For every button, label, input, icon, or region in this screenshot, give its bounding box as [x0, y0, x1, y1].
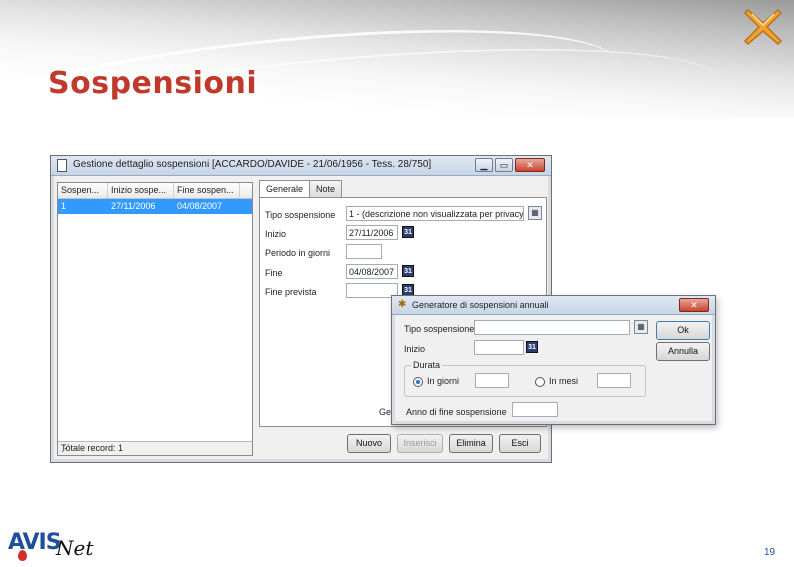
- dialog-inizio-label: Inizio: [404, 344, 426, 354]
- dialog-tipo-label: Tipo sospensione: [404, 324, 475, 334]
- fine-field[interactable]: 04/08/2007: [346, 264, 398, 279]
- ok-button[interactable]: Ok: [656, 321, 710, 340]
- resize-grip-icon[interactable]: ⋰: [61, 443, 249, 454]
- durata-group: Durata In giorni In mesi: [404, 360, 646, 397]
- brand-x-icon: [743, 8, 783, 46]
- window-title: Gestione dettaglio sospensioni [ACCARDO/…: [73, 159, 432, 170]
- column-header-fine[interactable]: Fine sospen...: [174, 183, 240, 198]
- table-row[interactable]: 1 27/11/2006 04/08/2007: [58, 199, 252, 214]
- tipo-sospensione-field[interactable]: 1 - (descrizione non visualizzata per pr…: [346, 206, 524, 221]
- dialog-tipo-field[interactable]: [474, 320, 630, 335]
- dialog-inizio-field[interactable]: [474, 340, 524, 355]
- logo-avis-text: AVIS: [8, 530, 62, 555]
- list-header: Sospen... Inizio sospe... Fine sospen...: [58, 183, 252, 199]
- durata-label: Durata: [411, 360, 443, 370]
- window-controls: ▁ ▭ ✕: [475, 158, 545, 172]
- avisnet-logo: AVIS Net: [8, 528, 118, 562]
- annulla-button[interactable]: Annulla: [656, 342, 710, 361]
- tab-strip: Generale Note: [259, 180, 343, 197]
- window-titlebar[interactable]: Gestione dettaglio sospensioni [ACCARDO/…: [51, 156, 551, 176]
- radio-in-mesi[interactable]: [535, 377, 545, 387]
- periodo-giorni-label: Periodo in giorni: [265, 248, 331, 258]
- lookup-icon[interactable]: ▦: [528, 206, 542, 220]
- calendar-icon[interactable]: 31: [526, 341, 538, 353]
- esci-button[interactable]: Esci: [499, 434, 541, 453]
- generatore-dialog: ✱ Generatore di sospensioni annuali ✕ Ti…: [391, 295, 716, 425]
- elimina-button[interactable]: Elimina: [449, 434, 493, 453]
- close-button[interactable]: ✕: [515, 158, 545, 172]
- tab-generale[interactable]: Generale: [259, 180, 311, 197]
- document-icon: [57, 159, 67, 172]
- list-footer: Totale record: 1 ⋰: [58, 441, 252, 455]
- periodo-giorni-field[interactable]: [346, 244, 382, 259]
- minimize-button[interactable]: ▁: [475, 158, 493, 172]
- fine-label: Fine: [265, 268, 283, 278]
- inizio-field[interactable]: 27/11/2006: [346, 225, 398, 240]
- radio-in-giorni-label[interactable]: In giorni: [427, 376, 459, 386]
- anno-fine-label: Anno di fine sospensione: [406, 407, 507, 417]
- radio-in-mesi-label[interactable]: In mesi: [549, 376, 578, 386]
- generator-icon: ✱: [398, 299, 407, 310]
- fine-prevista-label: Fine prevista: [265, 287, 317, 297]
- inizio-label: Inizio: [265, 229, 287, 239]
- nuovo-button[interactable]: Nuovo: [347, 434, 391, 453]
- cell-sospensione: 1: [61, 201, 67, 211]
- dialog-close-button[interactable]: ✕: [679, 298, 709, 312]
- calendar-icon[interactable]: 31: [402, 265, 414, 277]
- calendar-icon[interactable]: 31: [402, 226, 414, 238]
- tipo-sospensione-label: Tipo sospensione: [265, 210, 336, 220]
- cell-inizio: 27/11/2006: [111, 201, 156, 211]
- blood-drop-icon: [18, 550, 27, 561]
- anno-fine-field[interactable]: [512, 402, 558, 417]
- maximize-button[interactable]: ▭: [495, 158, 513, 172]
- lookup-icon[interactable]: ▦: [634, 320, 648, 334]
- radio-in-giorni[interactable]: [413, 377, 423, 387]
- inserisci-button[interactable]: Inserisci: [397, 434, 443, 453]
- dialog-title: Generatore di sospensioni annuali: [412, 300, 549, 310]
- page-number: 19: [764, 547, 776, 558]
- tab-note[interactable]: Note: [309, 180, 343, 197]
- column-header-inizio[interactable]: Inizio sospe...: [108, 183, 174, 198]
- dialog-titlebar[interactable]: ✱ Generatore di sospensioni annuali ✕: [392, 296, 715, 315]
- giorni-field[interactable]: [475, 373, 509, 388]
- cell-fine: 04/08/2007: [177, 201, 223, 211]
- slide-title: Sospensioni: [48, 66, 258, 101]
- logo-net-text: Net: [56, 536, 94, 560]
- mesi-field[interactable]: [597, 373, 631, 388]
- suspension-list[interactable]: Sospen... Inizio sospe... Fine sospen...…: [57, 182, 253, 456]
- column-header-sospensione[interactable]: Sospen...: [58, 183, 108, 198]
- generatore-button-partial[interactable]: Ge: [379, 407, 391, 417]
